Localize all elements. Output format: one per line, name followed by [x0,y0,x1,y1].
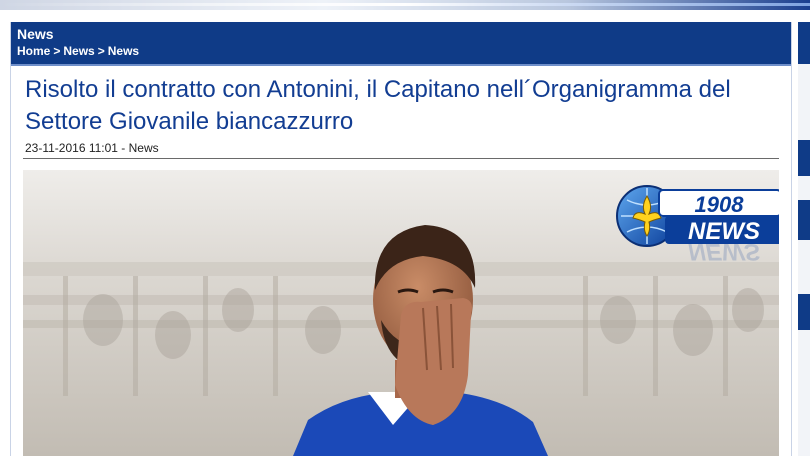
section-title: News [17,26,54,42]
sidebar-block [798,140,810,176]
article-headline: Risolto il contratto con Antonini, il Ca… [25,76,731,135]
right-sidebar-edge [798,22,810,456]
breadcrumb: Home > News > News [17,44,139,58]
sidebar-block [798,294,810,330]
breadcrumb-current-news[interactable]: News [108,44,139,58]
news-article-panel: News Home > News > News Risolto il contratto… [10,22,792,456]
breadcrumb-separator: > [53,44,61,58]
breadcrumb-separator: > [97,44,105,58]
breadcrumb-home-link[interactable]: Home [17,44,50,58]
article-meta: 23-11-2016 11:01 - News [25,141,159,155]
article-divider [23,158,779,159]
section-header: News Home > News > News [11,22,791,64]
photo-player-blowing-kiss: 1908 NEWS NEWS [23,170,779,456]
banner-flare [0,3,810,6]
breadcrumb-news-link[interactable]: News [63,44,94,58]
logo-top-text: 1908 [695,192,745,217]
sidebar-block [798,200,810,240]
svg-text:NEWS: NEWS [688,238,760,265]
sidebar-block [798,22,810,64]
header-divider [11,64,791,66]
article-photo: 1908 NEWS NEWS [23,170,779,456]
top-banner-strip [0,0,810,10]
